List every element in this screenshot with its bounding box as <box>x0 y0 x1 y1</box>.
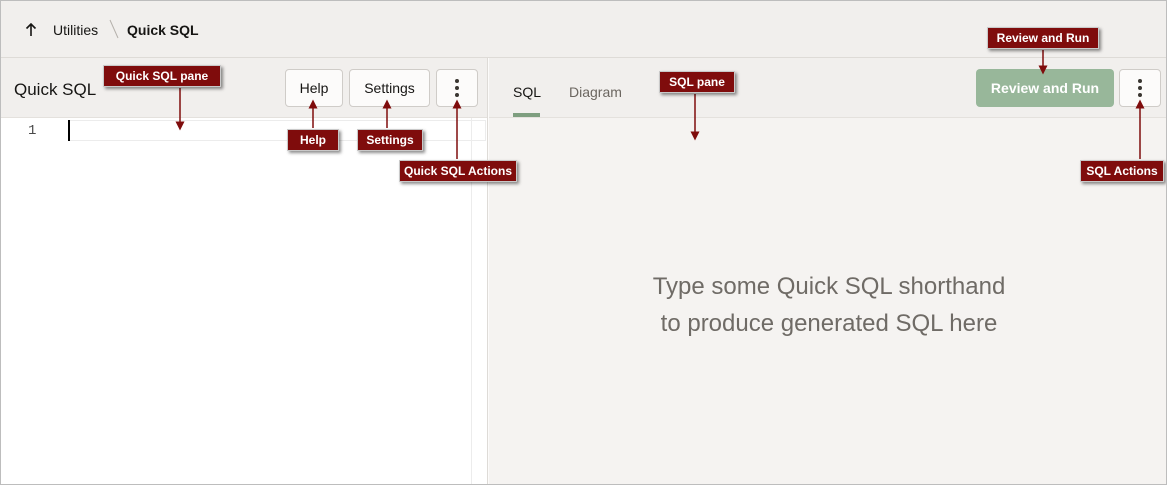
callout-settings: Settings <box>357 129 423 151</box>
empty-message-line-2: to produce generated SQL here <box>660 310 998 337</box>
sql-actions-button[interactable] <box>1119 69 1161 107</box>
callout-sql-pane: SQL pane <box>659 71 735 93</box>
help-button[interactable]: Help <box>285 69 343 107</box>
settings-button[interactable]: Settings <box>349 69 430 107</box>
sql-pane: SQL Diagram Review and Run Type some Qui… <box>489 58 1166 484</box>
kebab-menu-icon <box>455 79 459 97</box>
tab-sql[interactable]: SQL <box>513 84 541 100</box>
review-and-run-button[interactable]: Review and Run <box>976 69 1114 107</box>
tab-diagram[interactable]: Diagram <box>569 84 622 100</box>
breadcrumb-current: Quick SQL <box>127 22 199 38</box>
empty-message-line-1: Type some Quick SQL shorthand <box>652 273 1006 300</box>
text-cursor <box>68 120 70 141</box>
quick-sql-pane-header: Quick SQL Help Settings <box>1 58 487 118</box>
line-number: 1 <box>28 123 37 139</box>
editor-active-line[interactable] <box>68 120 486 141</box>
quick-sql-page: Utilities Quick SQL Quick SQL Help Setti… <box>0 0 1167 485</box>
quick-sql-actions-button[interactable] <box>436 69 478 107</box>
quick-sql-pane-title: Quick SQL <box>14 80 97 99</box>
callout-sql-actions: SQL Actions <box>1080 160 1164 182</box>
callout-review-and-run: Review and Run <box>987 27 1099 49</box>
quick-sql-pane: Quick SQL Help Settings 1 <box>1 58 488 484</box>
sql-pane-header: SQL Diagram Review and Run <box>489 58 1166 118</box>
callout-quick-sql-actions: Quick SQL Actions <box>399 160 517 182</box>
callout-quick-sql-pane: Quick SQL pane <box>103 65 221 87</box>
tab-sql-active-indicator <box>513 113 540 117</box>
sql-empty-message: Type some Quick SQL shorthand to produce… <box>589 268 1069 342</box>
up-arrow-icon[interactable] <box>21 19 41 41</box>
breadcrumb-utilities-link[interactable]: Utilities <box>53 22 98 38</box>
callout-help: Help <box>287 129 339 151</box>
kebab-menu-icon <box>1138 79 1142 97</box>
breadcrumb-separator <box>109 19 119 39</box>
